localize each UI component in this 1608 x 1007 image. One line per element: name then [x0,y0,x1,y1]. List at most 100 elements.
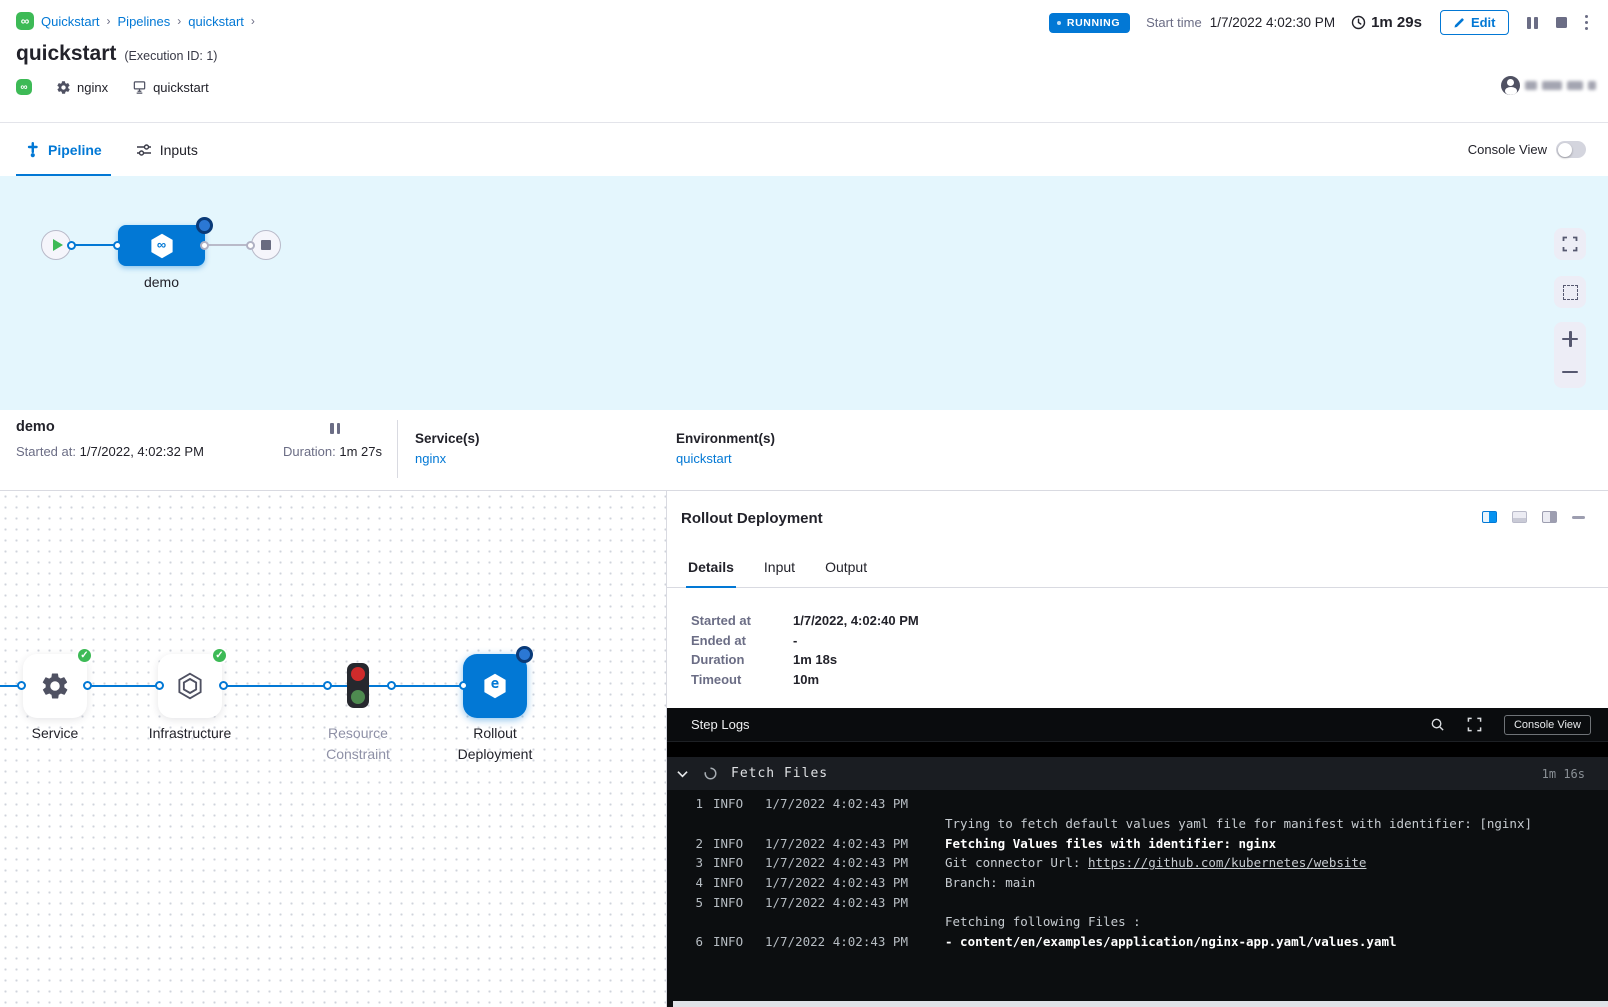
step-node-service[interactable]: ✓ [23,654,87,718]
breadcrumb-separator: › [251,14,255,28]
minimize-panel-button[interactable] [1572,516,1585,519]
log-message: Fetching Values files with identifier: n… [945,836,1276,851]
canvas-fit-view-button[interactable] [1554,276,1586,308]
log-line: 1INFO1/7/2022 4:02:43 PM [667,794,1608,814]
log-line: 3INFO1/7/2022 4:02:43 PMGit connector Ur… [667,853,1608,873]
tab-details[interactable]: Details [686,547,736,587]
step-node-rollout-deployment[interactable]: e [463,654,527,718]
services-label: Service(s) [415,431,480,446]
detail-row: Ended at- [691,631,919,651]
started-at-label: Started at: [16,444,76,459]
detail-value: 10m [793,670,819,690]
duration-value: 1m 27s [339,444,382,459]
tab-pipeline[interactable]: Pipeline [16,123,111,176]
execution-graph[interactable]: ✓ Service ✓ Infrastructure Resource Cons… [0,491,666,1007]
log-line: 2INFO1/7/2022 4:02:43 PMFetching Values … [667,833,1608,853]
cd-stage-icon: ∞ [148,232,176,260]
service-chip[interactable]: nginx [56,80,108,95]
breadcrumb-link[interactable]: Pipelines [118,14,171,29]
step-panel-title: Rollout Deployment [681,510,823,527]
execution-id: (Execution ID: 1) [124,49,217,63]
log-line: 4INFO1/7/2022 4:02:43 PMBranch: main [667,873,1608,893]
environment-link[interactable]: quickstart [676,451,732,466]
play-icon [53,239,63,251]
tab-output[interactable]: Output [823,547,869,587]
abort-execution-button[interactable] [1556,17,1567,28]
log-expand-icon[interactable] [1467,717,1482,732]
elapsed-time: 1m 29s [1371,14,1422,31]
pause-execution-button[interactable] [1527,17,1538,29]
canvas-fullscreen-button[interactable] [1554,228,1586,260]
end-node[interactable] [251,230,281,260]
log-message: - content/en/examples/application/nginx-… [945,934,1397,949]
tab-input[interactable]: Input [762,547,797,587]
step-panel-tabs: Details Input Output [667,547,1608,588]
console-view-label: Console View [1468,142,1547,157]
sliders-icon [136,143,152,157]
pencil-icon [1453,17,1465,29]
breadcrumb-link[interactable]: Quickstart [41,14,100,29]
chevron-down-icon [677,770,688,778]
section-loading-icon [704,767,717,780]
environment-icon [132,80,147,95]
detail-row: Duration1m 18s [691,650,919,670]
more-options-button[interactable] [1585,15,1589,31]
log-message: Git connector Url: https://github.com/ku… [945,855,1366,870]
hexagon-icon [175,671,205,701]
app-window: ∞ Quickstart›Pipelines›quickstart› RUNNI… [0,0,1608,1007]
gear-icon [56,80,71,95]
harness-cd-icon: ∞ [16,12,34,30]
pipeline-canvas[interactable]: ∞ demo [0,176,1608,410]
tab-inputs[interactable]: Inputs [127,123,207,176]
running-spinner-icon [196,217,213,234]
service-link[interactable]: nginx [415,451,446,466]
environment-chip[interactable]: quickstart [132,80,209,95]
console-scrollbar[interactable] [673,1001,1608,1007]
success-check-icon: ✓ [211,647,228,664]
breadcrumb-link[interactable]: quickstart [188,14,244,29]
step-node-infrastructure[interactable]: ✓ [158,654,222,718]
start-time-value: 1/7/2022 4:02:30 PM [1210,15,1335,30]
zoom-out-button[interactable] [1562,364,1578,380]
log-search-icon[interactable] [1430,717,1445,732]
zoom-in-button[interactable] [1562,331,1578,347]
edit-button[interactable]: Edit [1440,10,1509,35]
gear-icon [40,671,70,701]
detail-row: Timeout10m [691,670,919,690]
console-view-toggle[interactable] [1556,141,1586,158]
detail-value: 1m 18s [793,650,837,670]
stage-pause-button[interactable] [330,423,340,434]
environment-chip-label: quickstart [153,80,209,95]
harness-cd-icon-small: ∞ [16,79,32,95]
detail-label: Duration [691,650,793,670]
step-detail-panel: Rollout Deployment Details Input Output … [666,491,1608,1007]
stage-node-demo[interactable]: ∞ [118,225,205,266]
step-label-rollout-deployment: Rollout Deployment [445,723,545,765]
log-line: 5INFO1/7/2022 4:02:43 PM [667,892,1608,912]
duration-label: Duration: [283,444,336,459]
success-check-icon: ✓ [76,647,93,664]
stage-details-bar: demo Started at: 1/7/2022, 4:02:32 PM Du… [0,410,1608,491]
log-message: Branch: main [945,875,1035,890]
log-section-fetch-files[interactable]: Fetch Files 1m 16s [667,757,1608,790]
user-avatar[interactable] [1501,76,1520,95]
step-label-resource-constraint: Resource Constraint [308,723,408,765]
stage-name: demo [16,419,55,435]
log-line-wrap: Trying to fetch default values yaml file… [667,814,1608,834]
layout-minimized-view-button[interactable] [1542,511,1557,523]
step-logs-title: Step Logs [691,717,750,732]
layout-right-view-button[interactable] [1482,511,1497,523]
console-view-button[interactable]: Console View [1504,715,1591,735]
log-link[interactable]: https://github.com/kubernetes/website [1088,855,1366,870]
breadcrumb-separator: › [177,14,181,28]
status-dot-icon [1057,21,1061,25]
detail-label: Ended at [691,631,793,651]
step-label-service: Service [13,723,97,744]
redacted-text [1542,81,1562,90]
canvas-zoom-controls [1554,322,1586,388]
pipeline-icon [25,141,40,158]
section-name: Fetch Files [731,766,828,781]
layout-bottom-view-button[interactable] [1512,511,1527,523]
step-node-resource-constraint[interactable] [347,663,369,708]
log-line: 6INFO1/7/2022 4:02:43 PM- content/en/exa… [667,932,1608,952]
